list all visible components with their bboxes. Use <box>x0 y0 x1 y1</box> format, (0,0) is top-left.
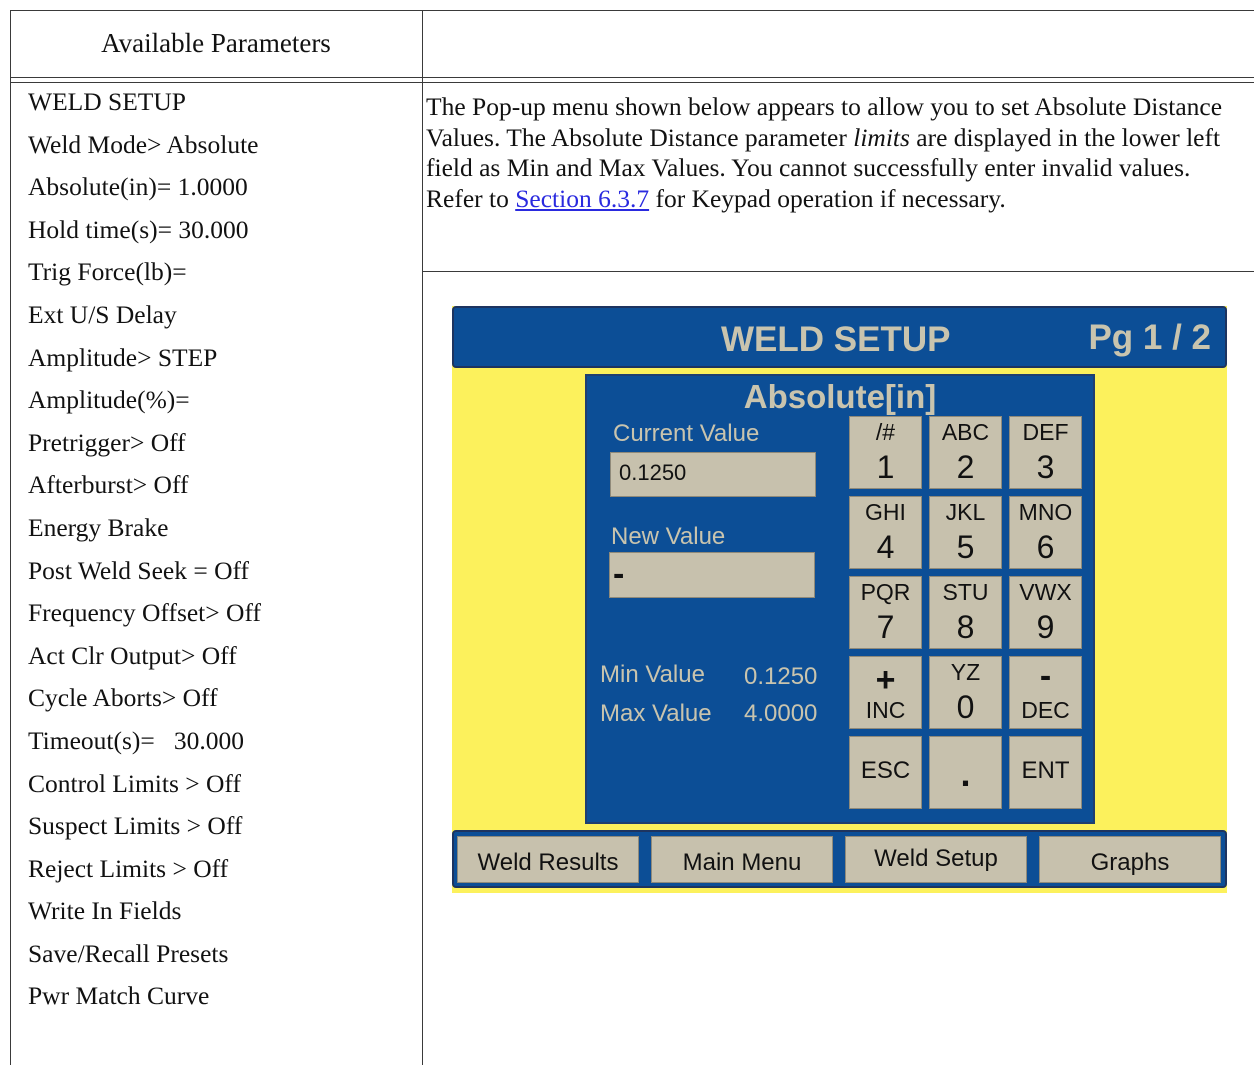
current-value-field: 0.1250 <box>610 452 816 497</box>
key-2[interactable]: ABC 2 <box>929 416 1002 489</box>
list-item: Post Weld Seek = Off <box>28 555 250 585</box>
description-divider <box>422 271 1254 272</box>
keypad-popup: Absolute[in] Current Value 0.1250 New Va… <box>585 374 1095 824</box>
key-letters: STU <box>942 579 989 605</box>
key-0[interactable]: YZ 0 <box>929 656 1002 729</box>
key-5[interactable]: JKL 5 <box>929 496 1002 569</box>
weld-results-button[interactable]: Weld Results <box>457 836 639 883</box>
key-inc[interactable]: + INC <box>849 656 922 729</box>
popup-title: Absolute[in] <box>743 378 937 415</box>
key-4[interactable]: GHI 4 <box>849 496 922 569</box>
min-value: 0.1250 <box>744 663 818 690</box>
key-digit: 3 <box>1036 449 1055 485</box>
list-item: Trig Force(lb)= <box>28 257 187 287</box>
current-value-label: Current Value <box>613 420 760 447</box>
key-digit: 4 <box>876 529 895 565</box>
key-letters: JKL <box>945 499 986 525</box>
list-item: Cycle Aborts> Off <box>28 683 218 713</box>
max-value: 4.0000 <box>744 700 818 727</box>
list-item: Amplitude> STEP <box>28 342 218 372</box>
key-1[interactable]: /# 1 <box>849 416 922 489</box>
key-letters: PQR <box>860 579 911 605</box>
bottom-nav-bar: Weld Results Main Menu Weld Setup Graphs <box>452 830 1227 888</box>
list-item: Absolute(in)= 1.0000 <box>28 172 248 202</box>
key-letters: /# <box>875 419 896 445</box>
graphs-button[interactable]: Graphs <box>1039 836 1221 883</box>
key-digit: 7 <box>876 609 895 645</box>
list-item: Amplitude(%)= <box>28 385 190 415</box>
list-item: Afterburst> Off <box>28 470 189 500</box>
key-digit: 8 <box>956 609 975 645</box>
list-item: Suspect Limits > Off <box>28 811 243 841</box>
key-3[interactable]: DEF 3 <box>1009 416 1082 489</box>
key-letters: VWX <box>1019 579 1072 605</box>
key-label: ESC <box>860 757 911 784</box>
header-divider-2 <box>10 82 1254 83</box>
parameter-list: WELD SETUP Weld Mode> Absolute Absolute(… <box>28 88 261 1025</box>
key-digit: 9 <box>1036 609 1055 645</box>
list-item: Save/Recall Presets <box>28 938 229 968</box>
key-6[interactable]: MNO 6 <box>1009 496 1082 569</box>
key-letters: ABC <box>941 419 990 445</box>
header-divider-1 <box>10 77 1254 78</box>
list-item: Pwr Match Curve <box>28 981 210 1011</box>
weld-setup-button[interactable]: Weld Setup <box>845 836 1027 883</box>
list-item: Hold time(s)= 30.000 <box>28 214 249 244</box>
list-item: Reject Limits > Off <box>28 853 229 883</box>
page-indicator: Pg 1 / 2 <box>1088 318 1211 357</box>
key-dec[interactable]: - DEC <box>1009 656 1082 729</box>
new-value-label: New Value <box>611 523 726 550</box>
key-letters: YZ <box>950 659 981 685</box>
key-digit: 1 <box>876 449 895 485</box>
key-7[interactable]: PQR 7 <box>849 576 922 649</box>
max-value-label: Max Value <box>600 700 712 727</box>
key-label: . <box>960 753 971 794</box>
minus-icon: - <box>1039 657 1052 695</box>
key-digit: 6 <box>1036 529 1055 565</box>
column-header-title: Available Parameters <box>101 28 331 58</box>
key-dot[interactable]: . <box>929 736 1002 809</box>
new-value-field[interactable]: - <box>609 552 815 598</box>
list-item: Frequency Offset> Off <box>28 598 261 628</box>
hmi-screenshot: WELD SETUP Pg 1 / 2 Absolute[in] Current… <box>452 306 1227 893</box>
description-paragraph: The Pop-up menu shown below appears to a… <box>426 92 1246 214</box>
key-label: DEC <box>1021 697 1070 723</box>
column-divider <box>422 10 423 1065</box>
plus-icon: + <box>875 661 896 699</box>
table-left-border <box>10 10 11 1065</box>
key-letters: GHI <box>865 499 906 525</box>
list-item: Weld Mode> Absolute <box>28 129 259 159</box>
list-item: Pretrigger> Off <box>28 427 186 457</box>
key-digit: 2 <box>956 449 975 485</box>
list-item: Timeout(s)= 30.000 <box>28 725 245 755</box>
key-9[interactable]: VWX 9 <box>1009 576 1082 649</box>
table-top-border <box>10 10 1254 11</box>
key-label: ENT <box>1021 757 1070 784</box>
description-emphasis: limits <box>853 122 910 152</box>
key-digit: 5 <box>956 529 975 565</box>
list-item: Act Clr Output> Off <box>28 640 237 670</box>
list-item: Control Limits > Off <box>28 768 241 798</box>
list-item: Energy Brake <box>28 512 169 542</box>
min-value-label: Min Value <box>600 661 705 688</box>
screen-title-bar: WELD SETUP Pg 1 / 2 <box>452 306 1227 368</box>
description-text: for Keypad operation if necessary. <box>649 183 1006 213</box>
section-link[interactable]: Section 6.3.7 <box>515 184 649 213</box>
key-label: INC <box>865 697 906 723</box>
screen-title: WELD SETUP <box>721 320 951 359</box>
key-letters: MNO <box>1018 499 1073 525</box>
list-item: Ext U/S Delay <box>28 299 177 329</box>
key-esc[interactable]: ESC <box>849 736 922 809</box>
list-item: WELD SETUP <box>28 87 186 116</box>
main-menu-button[interactable]: Main Menu <box>651 836 833 883</box>
key-digit: 0 <box>956 689 975 725</box>
key-letters: DEF <box>1022 419 1069 445</box>
key-ent[interactable]: ENT <box>1009 736 1082 809</box>
key-8[interactable]: STU 8 <box>929 576 1002 649</box>
list-item: Write In Fields <box>28 896 182 926</box>
